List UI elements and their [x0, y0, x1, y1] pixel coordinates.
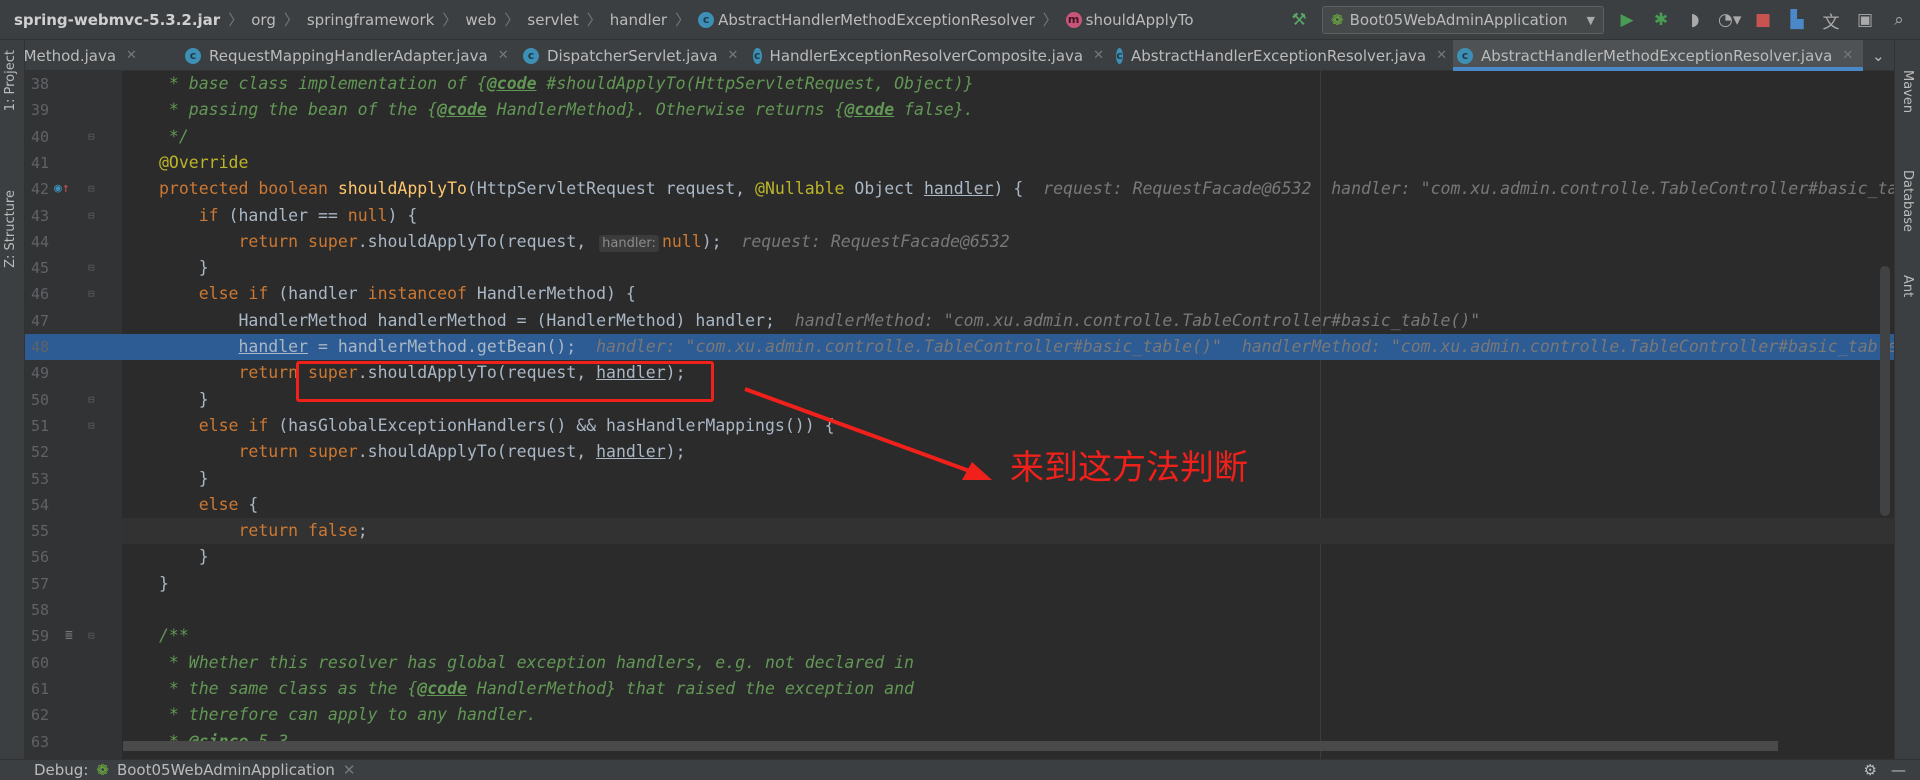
close-icon[interactable]: ✕ [343, 761, 356, 779]
callout-text: 来到这方法判断 [1010, 448, 1248, 488]
callout-arrow-line [744, 387, 976, 475]
debug-label: Debug: [34, 761, 89, 779]
minimize-icon[interactable]: — [1891, 761, 1906, 779]
spring-boot-icon: ❁ [96, 761, 109, 779]
debug-tool-window-bar: Debug: ❁ Boot05WebAdminApplication ✕ ⚙ — [0, 759, 1920, 780]
gear-icon[interactable]: ⚙ [1864, 761, 1877, 779]
debug-session-tab[interactable]: Boot05WebAdminApplication [117, 761, 335, 779]
callout-arrow [744, 387, 992, 480]
